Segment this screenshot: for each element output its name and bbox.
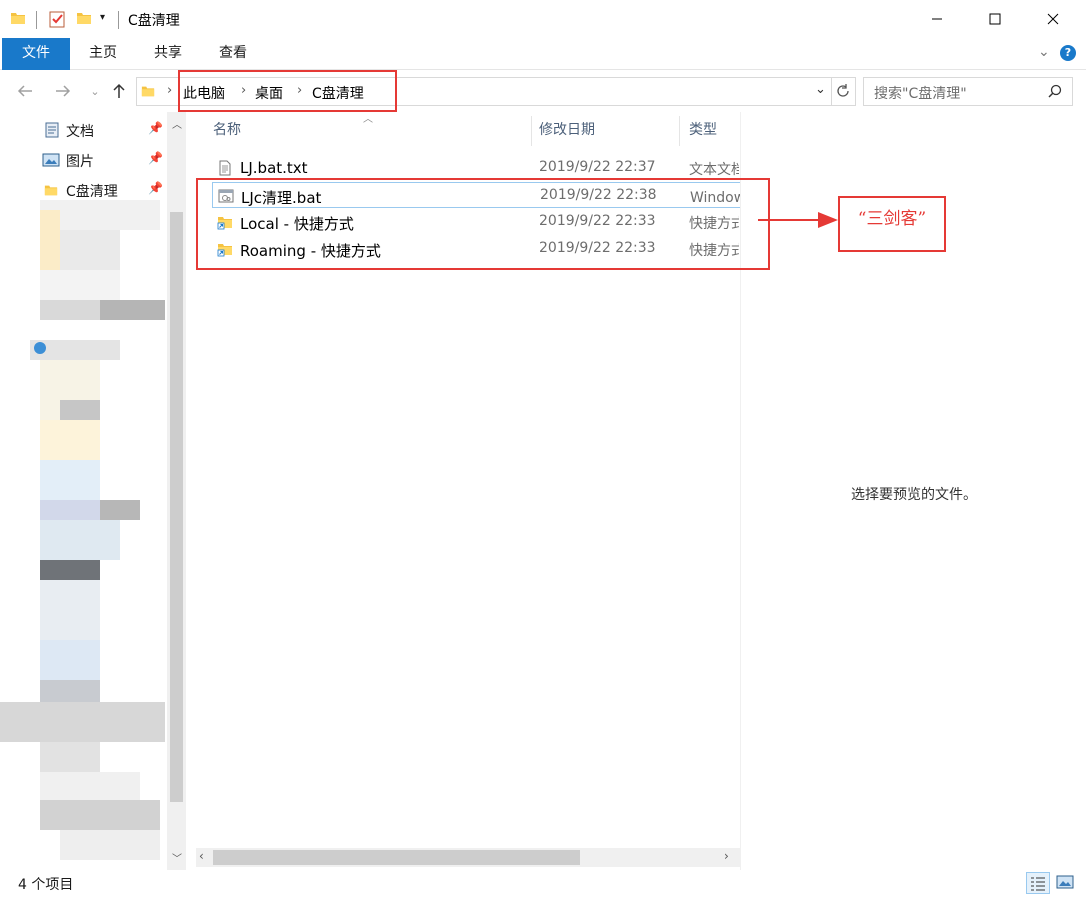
help-icon[interactable]: ? [1060, 45, 1076, 61]
preview-message: 选择要预览的文件。 [851, 487, 977, 503]
expand-ribbon-icon[interactable]: ⌄ [1038, 44, 1050, 60]
file-type: 文本文档 [689, 162, 739, 178]
navigation-bar: ⌄ › 此电脑 › 桌面 › C盘清理 ⌄ 搜索"C盘清理" [0, 70, 1086, 112]
pin-icon[interactable]: 📌 [148, 121, 163, 135]
new-folder-icon[interactable] [76, 10, 92, 30]
title-bar: ▾ C盘清理 [0, 0, 1086, 38]
search-icon[interactable] [1048, 84, 1062, 102]
forward-button[interactable] [52, 80, 74, 102]
scroll-right-icon[interactable]: › [724, 849, 729, 863]
divider [831, 78, 832, 105]
navigation-pane: 文档 📌 图片 📌 C盘清理 📌 [0, 112, 188, 870]
nav-vertical-scrollbar[interactable]: ︿ ﹀ [167, 112, 186, 870]
folder-icon [10, 10, 26, 30]
divider [36, 11, 37, 29]
file-date: 2019/9/22 22:37 [539, 159, 656, 175]
column-divider[interactable] [531, 116, 532, 146]
file-name: LJ.bat.txt [240, 159, 308, 177]
nav-item-label: 文档 [66, 124, 94, 140]
status-bar: 4 个项目 [0, 870, 1086, 898]
ribbon-tabs: 文件 主页 共享 查看 ⌄ ? [0, 38, 1086, 70]
tab-home[interactable]: 主页 [80, 38, 126, 70]
horizontal-scrollbar[interactable]: ‹ › [196, 848, 740, 867]
column-header-type[interactable]: 类型 [689, 112, 717, 148]
breadcrumb-separator[interactable]: › [167, 83, 172, 98]
documents-icon [44, 122, 60, 142]
up-button[interactable] [108, 80, 130, 102]
annotation-arrow [758, 212, 838, 228]
nav-item-label: 图片 [66, 154, 94, 170]
details-view-button[interactable] [1026, 872, 1050, 894]
close-button[interactable] [1030, 0, 1076, 38]
annotation-highlight-path [178, 70, 397, 112]
scroll-thumb[interactable] [170, 212, 183, 802]
nav-item-documents[interactable]: 文档 📌 [40, 117, 170, 143]
column-header-date[interactable]: 修改日期 [539, 112, 595, 148]
tab-share[interactable]: 共享 [145, 38, 191, 70]
folder-icon [44, 182, 58, 202]
address-dropdown-icon[interactable]: ⌄ [815, 82, 826, 97]
folder-icon [141, 84, 155, 102]
annotation-highlight-files [196, 178, 770, 270]
pictures-icon [42, 153, 60, 171]
tab-file[interactable]: 文件 [2, 38, 70, 70]
large-icons-view-button[interactable] [1054, 872, 1078, 894]
scroll-up-icon[interactable]: ︿ [172, 116, 182, 131]
properties-icon[interactable] [48, 10, 66, 32]
search-placeholder: 搜索"C盘清理" [874, 86, 967, 102]
annotation-label: “三剑客” [838, 196, 946, 252]
pin-icon[interactable]: 📌 [148, 151, 163, 165]
pin-icon[interactable]: 📌 [148, 181, 163, 195]
column-divider[interactable] [679, 116, 680, 146]
maximize-button[interactable] [972, 0, 1018, 38]
scroll-thumb[interactable] [213, 850, 580, 865]
scroll-left-icon[interactable]: ‹ [199, 849, 204, 863]
customize-toolbar-icon[interactable]: ▾ [100, 12, 105, 23]
nav-item-label: C盘清理 [66, 184, 118, 200]
text-file-icon [217, 160, 233, 176]
minimize-button[interactable] [914, 0, 960, 38]
column-header-name[interactable]: 名称 [213, 112, 241, 148]
search-box[interactable]: 搜索"C盘清理" [863, 77, 1073, 106]
tab-view[interactable]: 查看 [210, 38, 256, 70]
item-count: 4 个项目 [18, 877, 74, 893]
refresh-icon[interactable] [835, 83, 851, 103]
scroll-down-icon[interactable]: ﹀ [172, 850, 182, 865]
recent-locations-button[interactable]: ⌄ [84, 80, 106, 102]
window-title: C盘清理 [128, 13, 180, 29]
back-button[interactable] [14, 80, 36, 102]
divider [118, 11, 119, 29]
sort-ascending-icon: ︿ [363, 114, 373, 125]
nav-item-pictures[interactable]: 图片 📌 [40, 147, 170, 173]
